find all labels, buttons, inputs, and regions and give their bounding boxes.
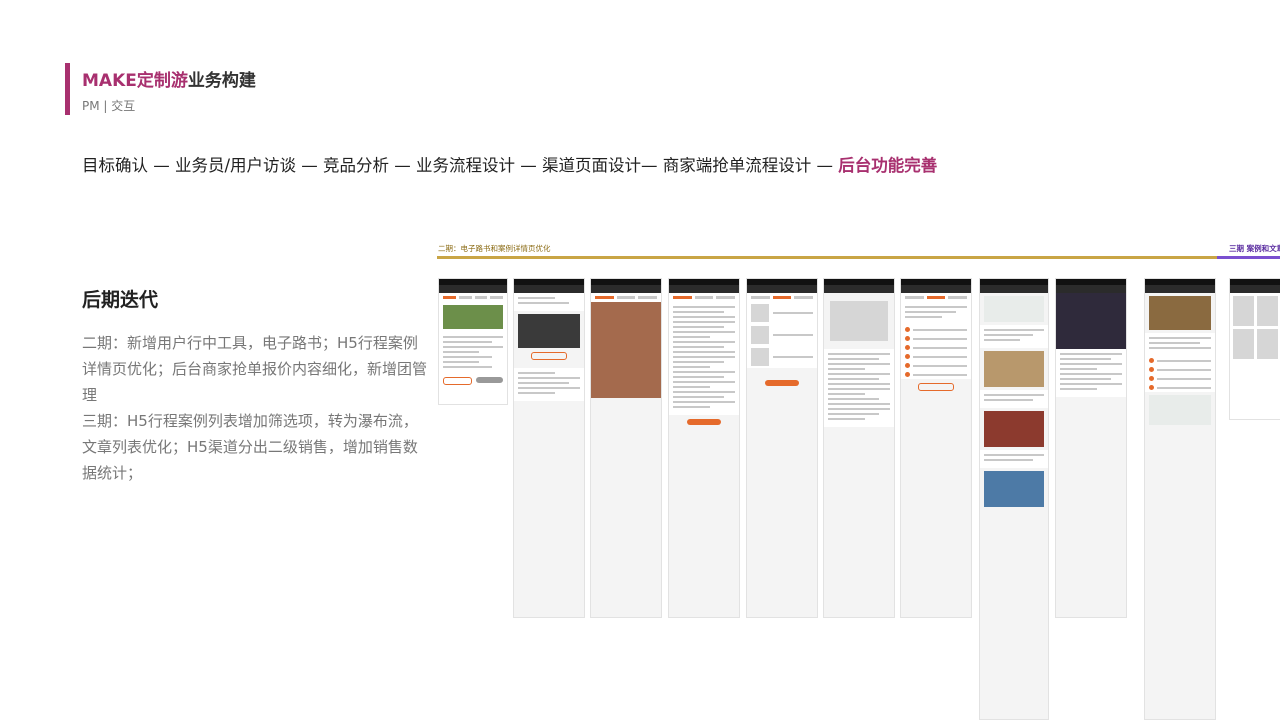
- phone-screen: [1055, 278, 1127, 618]
- page-title: MAKE定制游业务构建: [82, 66, 256, 91]
- phase3-divider: [1217, 256, 1280, 259]
- title-rest-text: 业务构建: [187, 71, 256, 91]
- phone-screen: [823, 278, 895, 618]
- phase2-divider: [437, 256, 1217, 259]
- title-accent-text: MAKE定制游: [82, 71, 188, 91]
- phase3-label: 三期 案例和文章: [1229, 244, 1280, 253]
- phone-screen: [668, 278, 740, 618]
- page-subtitle: PM | 交互: [82, 99, 136, 113]
- phone-screen: [590, 278, 662, 618]
- phase3-description: 三期：H5行程案例列表增加筛选项，转为瀑布流，文章列表优化；H5渠道分出二级销售…: [82, 412, 418, 482]
- phone-screen: [438, 278, 508, 405]
- process-flow: 目标确认 — 业务员/用户访谈 — 竞品分析 — 业务流程设计 — 渠道页面设计…: [82, 152, 937, 176]
- title-accent-bar: [65, 63, 70, 115]
- phone-screen: [746, 278, 818, 618]
- phone-screen: [513, 278, 585, 618]
- phone-screen: [1229, 278, 1280, 420]
- process-current-step: 后台功能完善: [838, 156, 938, 175]
- iteration-description: 二期：新增用户行中工具，电子路书；H5行程案例详情页优化；后台商家抢单报价内容细…: [82, 330, 427, 486]
- phase2-description: 二期：新增用户行中工具，电子路书；H5行程案例详情页优化；后台商家抢单报价内容细…: [82, 334, 428, 404]
- phase2-label: 二期：电子路书和案例详情页优化: [438, 244, 551, 253]
- iteration-heading: 后期迭代: [82, 289, 159, 311]
- process-steps: 目标确认 — 业务员/用户访谈 — 竞品分析 — 业务流程设计 — 渠道页面设计…: [82, 156, 839, 175]
- screens-showcase: 二期：电子路书和案例详情页优化 三期 案例和文章: [437, 240, 1280, 720]
- phone-screen: [1144, 278, 1216, 720]
- phone-screen: [979, 278, 1049, 720]
- phone-screen: [900, 278, 972, 618]
